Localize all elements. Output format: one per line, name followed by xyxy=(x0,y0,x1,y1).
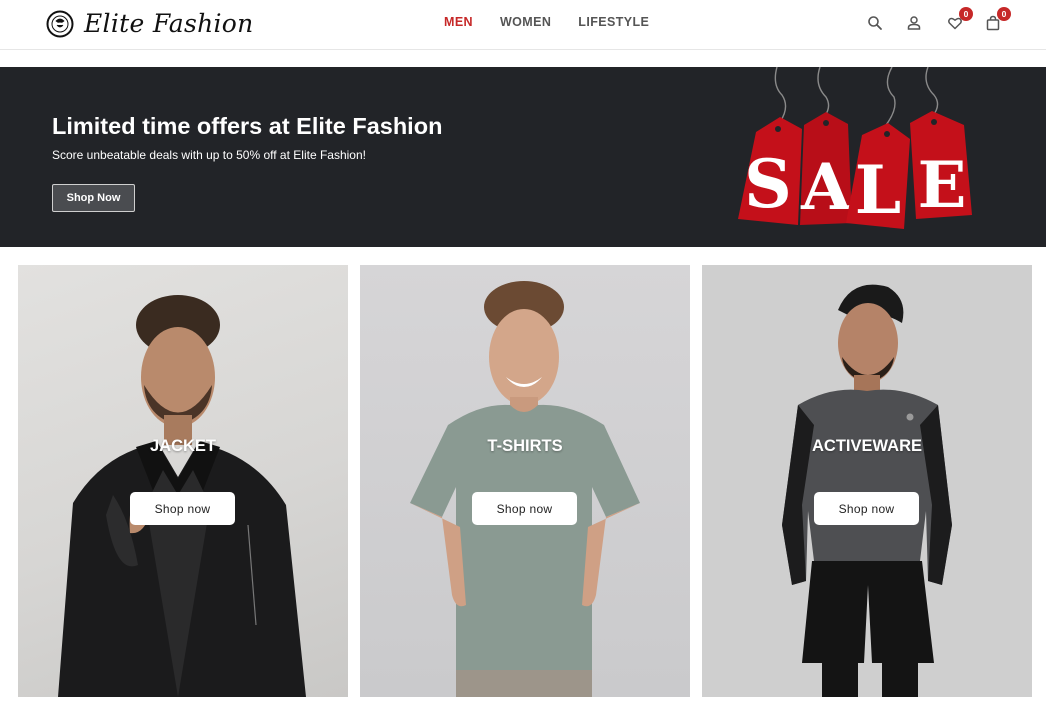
banner-subtitle: Score unbeatable deals with up to 50% of… xyxy=(52,148,366,162)
brand-name: Elite Fashion xyxy=(84,9,254,38)
banner-title: Limited time offers at Elite Fashion xyxy=(52,113,443,139)
search-icon xyxy=(868,16,882,30)
wishlist-button[interactable]: 0 xyxy=(944,7,973,34)
brand-logo[interactable]: Elite Fashion xyxy=(46,9,254,38)
nav-lifestyle[interactable]: LIFESTYLE xyxy=(578,15,649,29)
shop-now-button[interactable]: Shop now xyxy=(814,492,919,525)
nav-women[interactable]: WOMEN xyxy=(500,15,551,29)
category-grid: JACKET Shop now T-SHIRTS Shop now ACTIVE… xyxy=(18,265,1032,697)
sale-tag-e: E xyxy=(910,111,972,223)
cart-count-badge: 0 xyxy=(997,7,1011,21)
wishlist-count-badge: 0 xyxy=(959,7,973,21)
category-title: T-SHIRTS xyxy=(487,437,563,455)
sale-tag-s: S xyxy=(738,117,802,225)
svg-text:E: E xyxy=(918,148,967,223)
sale-tag-a: A xyxy=(800,112,852,225)
svg-text:L: L xyxy=(855,151,901,229)
jacket-model-image xyxy=(58,295,306,697)
sale-tags-illustration: S A L E xyxy=(738,67,972,229)
account-button[interactable] xyxy=(903,12,925,34)
category-title: ACTIVEWARE xyxy=(811,437,922,455)
shop-now-button[interactable]: Shop now xyxy=(472,492,577,525)
brand-emblem-icon xyxy=(46,10,74,37)
main-nav: MEN WOMEN LIFESTYLE xyxy=(444,15,649,29)
svg-text:A: A xyxy=(800,150,852,225)
cart-button[interactable]: 0 xyxy=(982,7,1011,34)
header-actions: 0 0 xyxy=(864,7,1024,36)
shop-now-button[interactable]: Shop now xyxy=(130,492,235,525)
site-header: Elite Fashion MEN WOMEN LIFESTYLE 0 0 xyxy=(0,0,1046,50)
search-button[interactable] xyxy=(864,12,886,34)
category-title: JACKET xyxy=(149,437,216,455)
svg-text:S: S xyxy=(744,145,792,223)
category-card-activeware[interactable]: ACTIVEWARE Shop now xyxy=(702,265,1032,697)
category-card-tshirts[interactable]: T-SHIRTS Shop now xyxy=(360,265,690,697)
tshirt-model-image xyxy=(410,281,640,697)
sale-tag-l: L xyxy=(846,123,910,229)
activewear-model-image xyxy=(782,284,952,697)
nav-men[interactable]: MEN xyxy=(444,15,473,29)
promo-banner: Limited time offers at Elite Fashion Sco… xyxy=(0,67,1046,247)
category-card-jacket[interactable]: JACKET Shop now xyxy=(18,265,348,697)
banner-shop-now-button[interactable]: Shop Now xyxy=(52,184,135,212)
user-icon xyxy=(907,16,921,30)
